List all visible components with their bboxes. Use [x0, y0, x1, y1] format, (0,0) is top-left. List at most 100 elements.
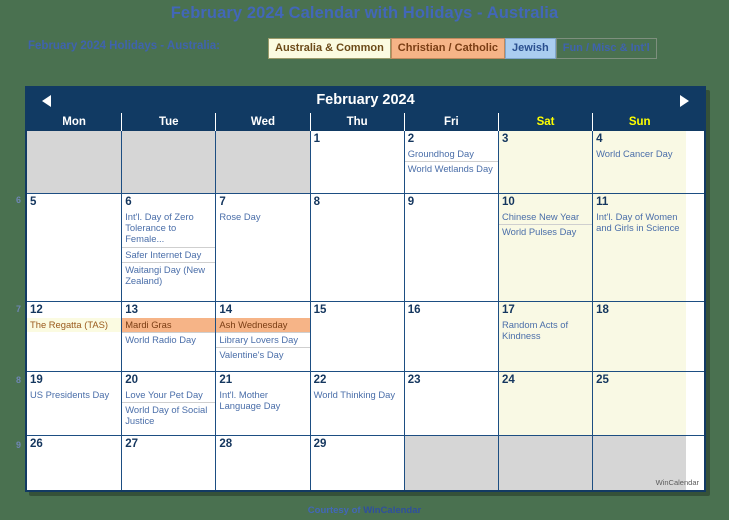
event-item[interactable]: World Radio Day [122, 332, 216, 347]
event-item[interactable]: World Pulses Day [498, 224, 593, 239]
day-number: 27 [125, 438, 138, 450]
event-list: Rose Day [216, 210, 309, 224]
day-cell-2[interactable]: 2 Groundhog Day World Wetlands Day [403, 131, 498, 193]
day-cell-24[interactable]: 24 [497, 372, 593, 435]
day-cell-empty [215, 131, 310, 193]
weekday-header-mon: Mon [62, 116, 86, 128]
day-cell-13[interactable]: 13 Mardi Gras World Radio Day [121, 302, 216, 371]
day-cell-15[interactable]: 15 [309, 302, 404, 371]
footer-brand: WinCalendar [363, 505, 422, 516]
day-number: 14 [219, 304, 233, 316]
triangle-right-icon[interactable] [676, 93, 692, 109]
event-list: Love Your Pet Day World Day of Social Jus… [122, 388, 216, 429]
event-item[interactable]: World Thinking Day [311, 388, 404, 402]
event-item[interactable]: Love Your Pet Day [122, 388, 215, 402]
event-list: Mardi Gras World Radio Day [122, 318, 216, 347]
day-cell-empty [27, 131, 122, 193]
day-number: 9 [407, 196, 415, 208]
day-number: 6 [125, 196, 132, 208]
day-cell-3[interactable]: 3 [497, 131, 593, 193]
day-number: 24 [501, 374, 515, 386]
event-list: Int'l. Day of Zero Tolerance to Female..… [122, 210, 216, 288]
day-cell-10[interactable]: 10 Chinese New Year World Pulses Day [497, 194, 593, 301]
day-cell-26[interactable]: 26 [27, 436, 122, 490]
event-list: World Thinking Day [311, 388, 404, 402]
week-number: 8 [15, 375, 21, 385]
event-list: Int'l. Day of Women and Girls in Science [593, 210, 686, 235]
event-item[interactable]: Rose Day [216, 210, 309, 224]
day-number: 7 [219, 196, 226, 208]
day-cell-19[interactable]: 19 US Presidents Day [27, 372, 122, 435]
calendar-body: 1 2 Groundhog Day World Wetlands Day 3 4 World… [27, 131, 704, 490]
event-item[interactable]: Random Acts of Kindness [499, 318, 592, 343]
legend-bar: February 2024 Holidays - Australia: Aust… [0, 38, 729, 60]
event-item[interactable]: Waitangi Day (New Zealand) [122, 261, 216, 288]
event-list: Random Acts of Kindness [499, 318, 592, 343]
day-cell-14[interactable]: 14 Ash Wednesday Library Lovers Day Valenti… [215, 302, 310, 371]
month-header: February 2024 [27, 88, 704, 113]
event-item[interactable]: World Wetlands Day [404, 161, 498, 176]
calendar-widget: February 2024 Mon Tue Wed Thu Fri Sat Sun 1 2 Gr… [25, 86, 706, 492]
day-cell-12[interactable]: 12 The Regatta (TAS) [27, 302, 122, 371]
day-cell-9[interactable]: 9 [403, 194, 498, 301]
legend-item-aus[interactable]: Australia & Common [268, 38, 391, 59]
event-list: World Cancer Day [593, 147, 686, 161]
calendar-week-row: 26 27 28 29 WinCalendar [27, 435, 704, 490]
day-cell-27[interactable]: 27 [121, 436, 216, 490]
weekday-header-fri: Fri [403, 113, 498, 131]
day-number: 5 [30, 196, 37, 208]
day-number: 22 [313, 374, 327, 386]
day-cell-8[interactable]: 8 [309, 194, 404, 301]
day-number: 10 [501, 196, 515, 208]
day-number: 15 [313, 304, 327, 316]
event-item[interactable]: Int'l. Mother Language Day [216, 388, 309, 413]
day-cell-20[interactable]: 20 Love Your Pet Day World Day of Social J… [121, 372, 216, 435]
day-cell-17[interactable]: 17 Random Acts of Kindness [497, 302, 593, 371]
event-item[interactable]: World Cancer Day [593, 147, 686, 161]
event-item[interactable]: US Presidents Day [27, 388, 121, 402]
calendar-week-row: 12 The Regatta (TAS) 13 Mardi Gras World Rad… [27, 301, 704, 371]
day-cell-28[interactable]: 28 [215, 436, 310, 490]
event-item[interactable]: Int'l. Day of Zero Tolerance to Female..… [122, 210, 215, 247]
day-cell-1[interactable]: 1 [309, 131, 404, 193]
day-number: 2 [407, 133, 415, 145]
day-number: 20 [125, 374, 138, 386]
event-item[interactable]: Ash Wednesday [216, 318, 310, 333]
calendar-week-row: 19 US Presidents Day 20 Love Your Pet Day Wo… [27, 371, 704, 435]
footer-prefix: Courtesy of [307, 505, 364, 516]
day-number: 3 [501, 133, 509, 145]
day-cell-7[interactable]: 7 Rose Day [215, 194, 310, 301]
legend-item-jew[interactable]: Jewish [505, 38, 556, 59]
weekday-header-wed: Wed [215, 113, 309, 131]
event-item[interactable]: Int'l. Day of Women and Girls in Science [593, 210, 686, 235]
weekday-header-sun: Sun [592, 113, 686, 131]
day-cell-22[interactable]: 22 World Thinking Day [309, 372, 404, 435]
triangle-left-icon[interactable] [39, 93, 55, 109]
event-item[interactable]: Safer Internet Day [122, 246, 216, 262]
week-number: 7 [15, 304, 21, 314]
day-number: 18 [596, 304, 609, 316]
event-list: Chinese New Year World Pulses Day [498, 210, 593, 239]
day-cell-18[interactable]: 18 [592, 302, 687, 371]
day-cell-11[interactable]: 11 Int'l. Day of Women and Girls in Scien… [592, 194, 687, 301]
calendar-week-row: 5 6 Int'l. Day of Zero Tolerance to Female… [27, 193, 704, 301]
day-cell-21[interactable]: 21 Int'l. Mother Language Day [215, 372, 310, 435]
event-item[interactable]: Groundhog Day [405, 147, 498, 161]
legend-item-chr[interactable]: Christian / Catholic [390, 38, 506, 59]
day-cell-6[interactable]: 6 Int'l. Day of Zero Tolerance to Female.… [121, 194, 216, 301]
day-cell-23[interactable]: 23 [403, 372, 498, 435]
event-item[interactable]: Valentine's Day [216, 347, 310, 362]
day-cell-16[interactable]: 16 [403, 302, 498, 371]
event-item[interactable]: Mardi Gras [122, 318, 216, 333]
event-item[interactable]: World Day of Social Justice [122, 402, 216, 428]
day-cell-25[interactable]: 25 [592, 372, 687, 435]
day-cell-5[interactable]: 5 [27, 194, 122, 301]
event-item[interactable]: The Regatta (TAS) [27, 318, 122, 333]
event-item[interactable]: Library Lovers Day [216, 332, 310, 347]
calendar-frame: February 2024 Mon Tue Wed Thu Fri Sat Sun 1 2 Gr… [25, 86, 706, 492]
day-cell-29[interactable]: 29 [309, 436, 404, 490]
legend-item-fun[interactable]: Fun / Misc & Int'l [555, 38, 657, 59]
day-number: 1 [313, 133, 320, 145]
event-item[interactable]: Chinese New Year [499, 210, 592, 224]
day-cell-4[interactable]: 4 World Cancer Day [592, 131, 687, 193]
